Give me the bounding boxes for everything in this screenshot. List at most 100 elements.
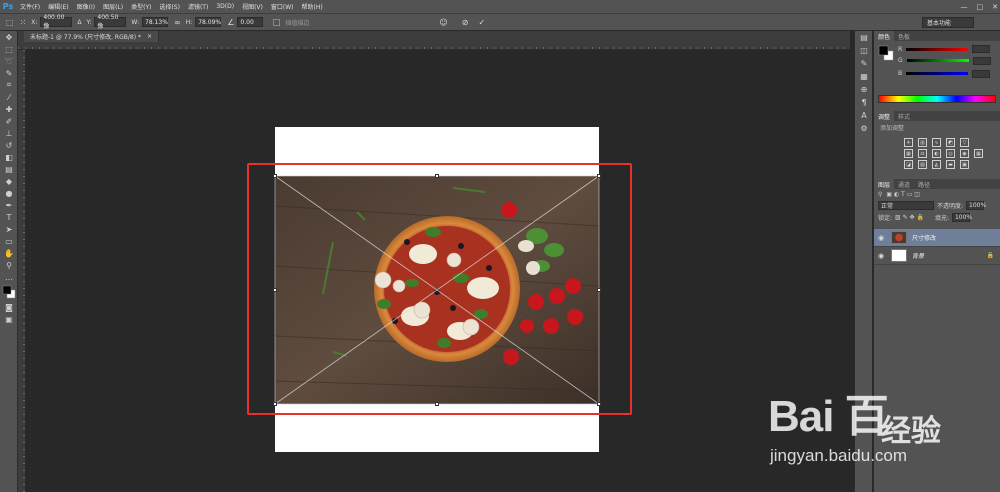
hue-saturation-icon[interactable]: ▦ (904, 149, 913, 158)
invert-icon[interactable]: ◪ (904, 160, 913, 169)
levels-icon[interactable]: ▥ (918, 138, 927, 147)
layer-row-background[interactable]: ◉ 背景 🔒 (874, 247, 1000, 265)
link-icon[interactable]: ∞ (174, 18, 181, 27)
blend-mode-select[interactable]: 正常 (878, 201, 934, 210)
tab-paths[interactable]: 路径 (914, 180, 934, 189)
commit-transform-button[interactable]: ✓ (478, 18, 485, 27)
maximize-button[interactable]: □ (977, 3, 984, 11)
width-field[interactable]: 78.13% (142, 17, 169, 27)
tab-swatches[interactable]: 色板 (894, 32, 914, 41)
black-white-icon[interactable]: ◐ (932, 149, 941, 158)
zoom-tool-icon[interactable]: ⚲ (0, 259, 18, 271)
horizontal-ruler[interactable] (18, 42, 850, 50)
hand-tool-icon[interactable]: ✋ (0, 247, 18, 259)
adjust-panel-icon[interactable]: ⚙ (855, 122, 873, 135)
screen-mode-icon[interactable]: ▣ (0, 313, 18, 325)
history-brush-icon[interactable]: ↺ (0, 139, 18, 151)
tab-channels[interactable]: 通道 (894, 180, 914, 189)
menu-image[interactable]: 图像(I) (73, 2, 99, 11)
shape-tool-icon[interactable]: ▭ (0, 235, 18, 247)
angle-field[interactable]: 0.00 (237, 17, 264, 27)
height-field[interactable]: 78.09% (195, 17, 222, 27)
brush-panel-icon[interactable]: ✎ (855, 57, 873, 70)
minimize-button[interactable]: — (961, 3, 968, 11)
transform-tool-icon[interactable]: ⬚ (6, 18, 14, 27)
more-tools-icon[interactable]: … (0, 271, 18, 283)
tab-color[interactable]: 颜色 (874, 31, 895, 41)
blue-slider[interactable] (906, 72, 969, 75)
eraser-tool-icon[interactable]: ◧ (0, 151, 18, 163)
lasso-tool-icon[interactable]: ➰ (0, 55, 18, 67)
color-spectrum[interactable] (878, 95, 996, 103)
document-tab[interactable]: 未标题-1 @ 77.9% (尺寸修改, RGB/8) * × (24, 31, 159, 42)
canvas-area[interactable] (26, 50, 850, 492)
vibrance-icon[interactable]: ▽ (960, 138, 969, 147)
layer-row-selected[interactable]: ◉ 尺寸修改 (874, 229, 1000, 247)
posterize-icon[interactable]: ▧ (918, 160, 927, 169)
properties-panel-icon[interactable]: ◫ (855, 44, 873, 57)
red-value-field[interactable] (972, 45, 991, 53)
workspace-select[interactable]: 基本功能 (922, 17, 974, 28)
color-balance-icon[interactable]: ⚖ (918, 149, 927, 158)
quick-select-tool-icon[interactable]: ✎ (0, 67, 18, 79)
gradient-tool-icon[interactable]: ▤ (0, 163, 18, 175)
delta-icon[interactable]: Δ (77, 19, 81, 26)
photo-filter-icon[interactable]: ◎ (946, 149, 955, 158)
menu-select[interactable]: 选择(S) (155, 2, 184, 11)
reference-point-icon[interactable]: ⁙ (20, 18, 27, 27)
menu-type[interactable]: 类型(Y) (127, 2, 155, 11)
opacity-field[interactable]: 100% (966, 201, 986, 210)
menu-window[interactable]: 窗口(W) (267, 2, 298, 11)
exposure-icon[interactable]: ◩ (946, 138, 955, 147)
filter-kind-icon[interactable]: ⚲ (878, 191, 882, 198)
menu-3d[interactable]: 3D(D) (212, 3, 238, 10)
filter-icons[interactable]: ▣ ◐ T ▭ ◫ (886, 191, 920, 198)
color-lookup-icon[interactable]: ▦ (974, 149, 983, 158)
paragraph-panel-icon[interactable]: ¶ (855, 96, 873, 109)
menu-help[interactable]: 帮助(H) (298, 2, 327, 11)
dodge-tool-icon[interactable]: ● (0, 187, 18, 199)
menu-edit[interactable]: 编辑(E) (44, 2, 72, 11)
eyedropper-tool-icon[interactable]: ⁄ (0, 91, 18, 103)
y-field[interactable]: 400.50 像 (94, 14, 127, 30)
eye-icon[interactable]: ◉ (874, 234, 888, 242)
tab-adjustments[interactable]: 调整 (874, 111, 895, 121)
marquee-tool-icon[interactable]: ⬚ (0, 43, 18, 55)
blue-value-field[interactable] (972, 69, 991, 78)
brush-tool-icon[interactable]: ✐ (0, 115, 18, 127)
healing-tool-icon[interactable]: ✚ (0, 103, 18, 115)
vertical-ruler[interactable] (18, 50, 26, 492)
blur-tool-icon[interactable]: ◆ (0, 175, 18, 187)
x-field[interactable]: 400.00 像 (40, 14, 73, 30)
curves-icon[interactable]: ∿ (932, 138, 941, 147)
green-slider[interactable] (906, 59, 969, 62)
green-value-field[interactable] (972, 56, 991, 65)
fill-field[interactable]: 100% (951, 213, 972, 222)
menu-filter[interactable]: 滤镜(T) (184, 2, 212, 11)
move-tool-icon[interactable]: ✥ (0, 31, 18, 43)
menu-layer[interactable]: 图层(L) (99, 2, 127, 11)
tab-layers[interactable]: 图层 (874, 179, 895, 189)
quick-mask-icon[interactable]: ◙ (0, 301, 18, 313)
eye-icon[interactable]: ◉ (874, 252, 888, 260)
clone-source-icon[interactable]: ⊕ (855, 83, 873, 96)
cancel-transform-button[interactable]: ⊘ (462, 18, 469, 27)
menu-view[interactable]: 视图(V) (238, 2, 267, 11)
character-panel-icon[interactable]: A (855, 109, 873, 122)
close-window-button[interactable]: ✕ (992, 3, 998, 11)
pen-tool-icon[interactable]: ✒ (0, 199, 18, 211)
interpolation-checkbox[interactable] (273, 18, 281, 26)
red-slider[interactable] (906, 47, 969, 51)
stamp-tool-icon[interactable]: ⊥ (0, 127, 18, 139)
warp-icon[interactable]: ☺ (439, 18, 447, 27)
swatches-panel-icon[interactable]: ▦ (855, 70, 873, 83)
document-tab-close-button[interactable]: × (147, 33, 152, 40)
menu-file[interactable]: 文件(F) (16, 2, 44, 11)
path-select-tool-icon[interactable]: ➤ (0, 223, 18, 235)
threshold-icon[interactable]: ◭ (932, 160, 941, 169)
gradient-map-icon[interactable]: ▬ (946, 160, 955, 169)
selective-color-icon[interactable]: ▣ (960, 160, 969, 169)
crop-tool-icon[interactable]: ⌗ (0, 79, 18, 91)
history-panel-icon[interactable]: ▤ (855, 31, 873, 44)
brightness-icon[interactable]: ☀ (904, 138, 913, 147)
